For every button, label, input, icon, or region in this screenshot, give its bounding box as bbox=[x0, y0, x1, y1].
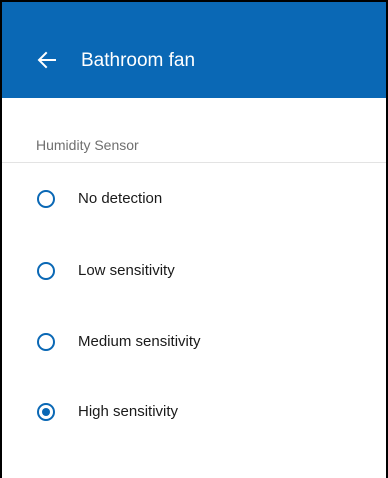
option-low-sensitivity[interactable]: Low sensitivity bbox=[2, 249, 386, 293]
radio-button[interactable] bbox=[37, 262, 55, 280]
radio-button[interactable] bbox=[37, 190, 55, 208]
page-title: Bathroom fan bbox=[81, 50, 196, 71]
option-label: High sensitivity bbox=[78, 403, 179, 420]
screen: Bathroom fan Humidity Sensor No detectio… bbox=[0, 0, 388, 478]
option-label: Medium sensitivity bbox=[78, 333, 201, 350]
option-label: Low sensitivity bbox=[78, 262, 175, 279]
option-no-detection[interactable]: No detection bbox=[2, 177, 386, 221]
section-label: Humidity Sensor bbox=[36, 137, 139, 153]
back-button[interactable] bbox=[36, 49, 58, 71]
option-high-sensitivity[interactable]: High sensitivity bbox=[2, 390, 386, 434]
app-bar: Bathroom fan bbox=[2, 2, 386, 98]
option-medium-sensitivity[interactable]: Medium sensitivity bbox=[2, 320, 386, 364]
option-label: No detection bbox=[78, 190, 163, 207]
radio-button[interactable] bbox=[37, 333, 55, 351]
divider bbox=[2, 162, 386, 163]
arrow-left-icon bbox=[37, 51, 56, 69]
radio-button[interactable] bbox=[37, 403, 55, 421]
